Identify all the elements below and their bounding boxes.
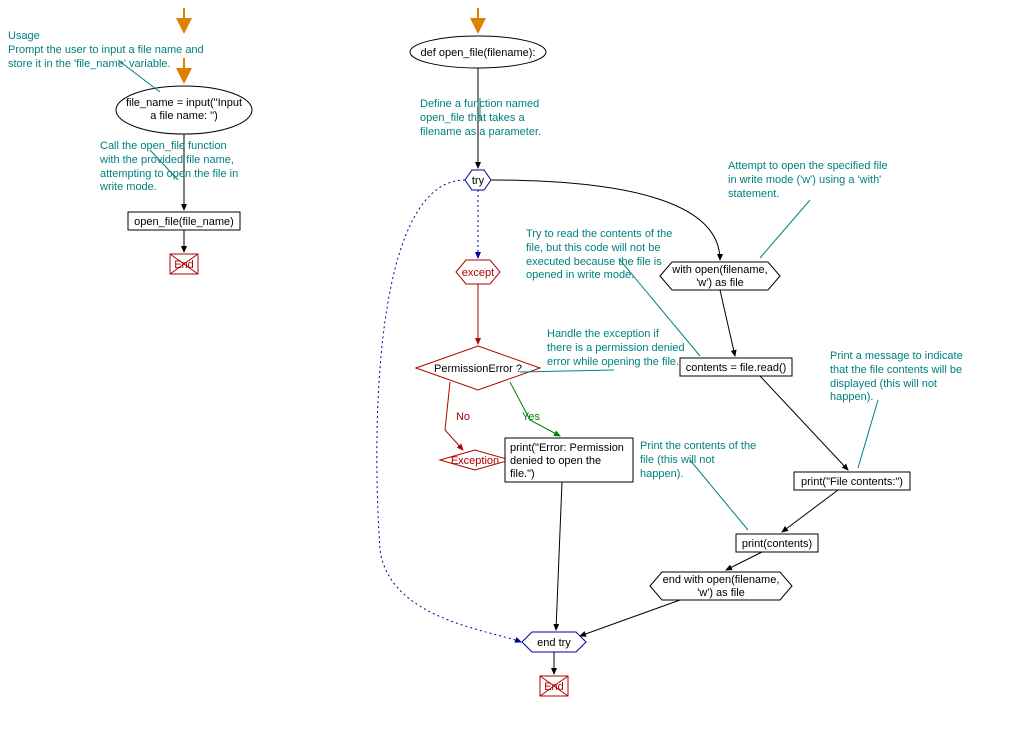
annotation-def: Define a function named open_file that t… (420, 98, 560, 139)
edge-icon (782, 490, 838, 532)
with-l2: 'w') as file (696, 277, 744, 289)
annotation-call: Call the open_file function with the pro… (100, 140, 240, 195)
end-node: End (170, 254, 198, 274)
annotation-hdr: Print a message to indicate that the fil… (830, 350, 980, 405)
input-node-text-l2: a file name: ") (150, 110, 218, 122)
edge-icon (556, 482, 562, 630)
annotation-with: Attempt to open the specified file in wr… (728, 160, 888, 201)
exception-node-text: Exception (451, 455, 499, 467)
yes-label: Yes (522, 411, 540, 423)
edge-icon (726, 552, 762, 570)
annotation-usage-title: Usage (8, 30, 40, 42)
try-node-text: try (472, 175, 485, 187)
annotation-read: Try to read the contents of the file, bu… (526, 228, 676, 283)
edge-icon (580, 600, 680, 636)
except-node-text: except (462, 267, 494, 279)
endwith-l2: 'w') as file (697, 587, 745, 599)
annotation-usage-body: Prompt the user to input a file name and… (8, 44, 204, 70)
print-err-l3: file.") (510, 468, 535, 480)
annotation-except: Handle the exception if there is a permi… (547, 328, 687, 369)
annotation-usage: Usage Prompt the user to input a file na… (8, 30, 228, 71)
edge-yes-icon (510, 382, 560, 436)
print-hdr-text: print("File contents:") (801, 476, 903, 488)
no-label: No (456, 411, 470, 423)
endwith-l1: end with open(filename, (663, 574, 780, 586)
print-err-l1: print("Error: Permission (510, 442, 624, 454)
annotation-cont: Print the contents of the file (this wil… (640, 440, 760, 481)
edge-icon (377, 180, 521, 642)
call-node-text: open_file(file_name) (134, 216, 234, 228)
decision-node-text: PermissionError ? (434, 363, 522, 375)
end-text-2: End (544, 681, 564, 693)
end-node-text: End (174, 259, 194, 271)
print-cont-text: print(contents) (742, 538, 812, 550)
read-node-text: contents = file.read() (686, 362, 787, 374)
end-node-2: End (540, 676, 568, 696)
def-node-text: def open_file(filename): (421, 47, 536, 59)
edge-icon (720, 290, 735, 356)
print-err-l2: denied to open the (510, 455, 601, 467)
input-node-text-l1: file_name = input("Input (126, 97, 242, 109)
annotation-pointer-icon (760, 200, 810, 258)
annotation-pointer-icon (858, 400, 878, 468)
with-l1: with open(filename, (671, 264, 767, 276)
endtry-text: end try (537, 637, 571, 649)
